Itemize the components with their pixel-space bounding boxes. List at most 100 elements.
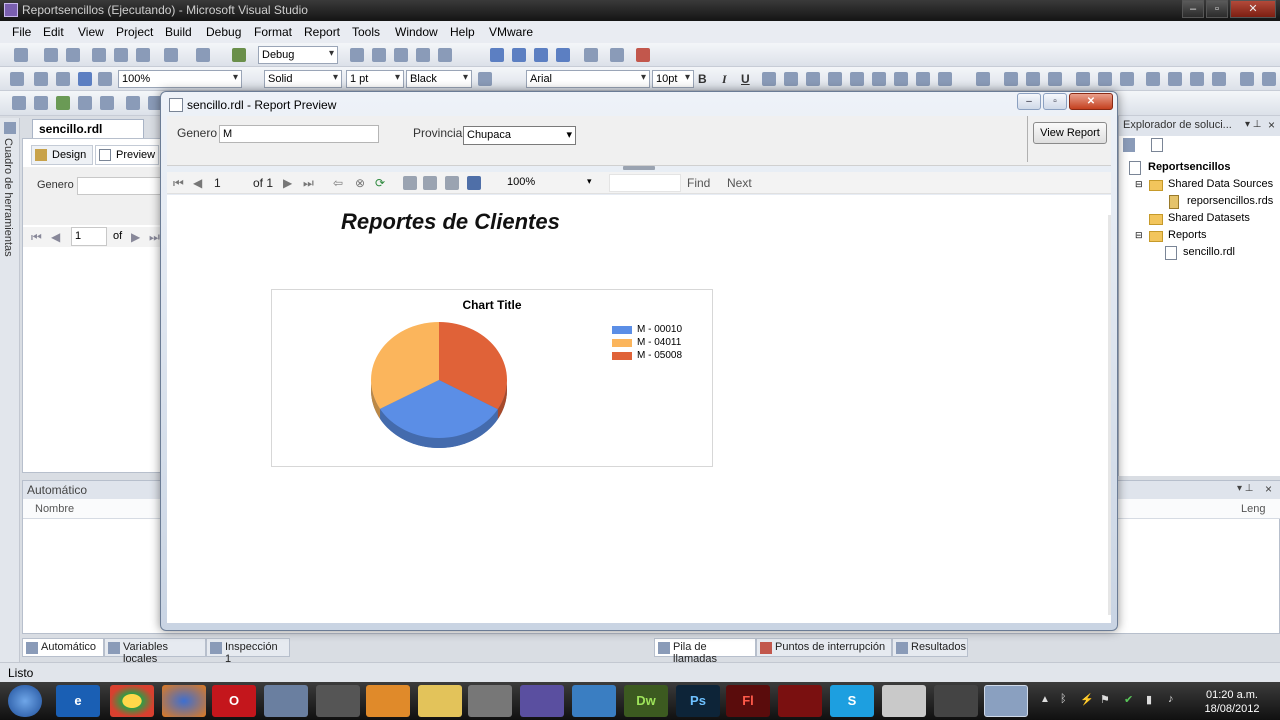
collapse-icon[interactable]: ⊟ [1135,179,1143,190]
tab-design-document[interactable]: sencillo.rdl [Design] [32,119,144,150]
text-align-center-icon[interactable] [828,72,842,86]
column-name[interactable]: Nombre [35,503,74,515]
taskbar-ie-icon[interactable]: e [56,685,100,717]
menu-edit[interactable]: Edit [43,25,64,39]
taskbar-explorer-icon[interactable] [418,685,462,717]
breakpoint-icon[interactable] [610,48,624,62]
undo-icon[interactable] [164,48,178,62]
menu-debug[interactable]: Debug [206,25,241,39]
taskbar-tools-icon[interactable] [316,685,360,717]
toolbox-strip[interactable]: Cuadro de herramientas [0,118,20,663]
report-maximize-button[interactable]: ▫ [1043,93,1067,110]
page-input[interactable]: 1 [71,227,107,246]
genero-input[interactable] [77,177,161,195]
start-debug-icon[interactable] [232,48,246,62]
line-color-dropdown[interactable]: Black [406,70,472,88]
tree-item-rdl[interactable]: sencillo.rdl [1165,245,1279,261]
current-page[interactable]: 1 [214,176,221,190]
taskbar-network-icon[interactable] [572,685,616,717]
menu-project[interactable]: Project [116,25,153,39]
align-center-icon[interactable] [34,72,48,86]
underline-button[interactable]: U [741,72,750,86]
continue-icon[interactable] [490,48,504,62]
taskbar-vs-icon[interactable] [520,685,564,717]
tab-puntos-interrupcion[interactable]: Puntos de interrupción [756,638,892,657]
prev-page-icon[interactable]: ◀ [193,176,202,190]
stop-icon[interactable]: ⊗ [355,176,365,190]
list-icon[interactable] [872,72,886,86]
pin-icon[interactable]: ▾ ⊥ [1245,119,1262,130]
menu-file[interactable]: File [12,25,31,39]
power-icon[interactable]: ⚡ [1080,693,1094,706]
view-report-button[interactable]: View Report [1033,122,1107,144]
tool-c-icon[interactable] [56,96,70,110]
column-lang[interactable]: Leng [1241,503,1265,515]
solution-config-dropdown[interactable]: Debug [258,46,338,64]
properties-small-icon[interactable] [1123,138,1135,152]
font-family-dropdown[interactable]: Arial [526,70,650,88]
menu-help[interactable]: Help [450,25,475,39]
next-page-icon[interactable]: ▶ [283,176,292,190]
pause-icon[interactable] [512,48,526,62]
taskbar-flash-icon[interactable]: Fl [726,685,770,717]
menu-vmware[interactable]: VMware [489,25,533,39]
print-layout-icon[interactable] [423,176,437,190]
align-middle-icon[interactable] [1026,72,1040,86]
next-link[interactable]: Next [727,176,752,190]
first-page-icon[interactable]: ⏮ [31,230,42,245]
close-button[interactable]: ✕ [1230,0,1276,18]
indent-icon[interactable] [894,72,908,86]
security-icon[interactable]: ✔ [1124,693,1133,706]
first-page-icon[interactable]: ⏮ [173,176,184,191]
paste-icon[interactable] [136,48,150,62]
menu-format[interactable]: Format [254,25,292,39]
bullet-icon[interactable] [938,72,952,86]
more-icon[interactable] [1262,72,1276,86]
flag-icon[interactable]: ⚑ [1100,693,1110,706]
size-width-icon[interactable] [1076,72,1090,86]
font-size-dropdown[interactable]: 10pt [652,70,694,88]
tool-b-icon[interactable] [34,96,48,110]
last-page-icon[interactable]: ⏭ [303,176,314,191]
report-close-button[interactable]: ✕ [1069,93,1113,110]
pointer-icon[interactable] [56,72,70,86]
taskbar-report-preview-icon[interactable] [984,685,1028,717]
autos-pin-icon[interactable]: ▾ ⊥ [1237,483,1254,494]
tab-variables-locales[interactable]: Variables locales [104,638,206,665]
export-icon[interactable] [467,176,481,190]
tree-item-reports[interactable]: ⊟ Reports [1135,228,1279,244]
maximize-button[interactable]: ▫ [1206,0,1228,18]
italic-button[interactable]: I [722,72,727,87]
font-color-icon[interactable] [762,72,776,86]
zoom-select[interactable]: 100% ▾ [501,174,597,192]
collapse-params-handle[interactable] [623,166,655,170]
taskbar-skype-icon[interactable]: S [830,685,874,717]
bring-front-icon[interactable] [1212,72,1226,86]
tree-item-rds[interactable]: reporsencillos.rds [1169,194,1279,210]
tool-a-icon[interactable] [12,96,26,110]
menu-tools[interactable]: Tools [352,25,380,39]
tree-item-project[interactable]: Reportsencillos [1129,160,1279,176]
taskbar-app-icon[interactable] [468,685,512,717]
find-in-files-icon[interactable] [350,48,364,62]
save-icon[interactable] [44,48,58,62]
tool-d-icon[interactable] [78,96,92,110]
size-height-icon[interactable] [1098,72,1112,86]
bold-button[interactable]: B [698,72,707,86]
show-files-icon[interactable] [1151,138,1163,152]
network-icon[interactable]: ▮ [1146,693,1152,706]
page-setup-icon[interactable] [445,176,459,190]
tab-preview[interactable]: Preview [95,145,159,165]
tree-item-shared-data-sources[interactable]: ⊟ Shared Data Sources [1135,177,1279,193]
tab-design[interactable]: Design [31,145,93,165]
back-icon[interactable]: ⇦ [333,176,343,190]
tool-e-icon[interactable] [100,96,114,110]
last-page-icon[interactable]: ⏭ [149,230,160,245]
spacing-icon[interactable] [1146,72,1160,86]
minimize-button[interactable]: – [1182,0,1204,18]
text-align-left-icon[interactable] [806,72,820,86]
print-icon[interactable] [403,176,417,190]
refresh-icon[interactable]: ⟳ [375,176,385,190]
properties-icon[interactable] [394,48,408,62]
exception-icon[interactable] [636,48,650,62]
